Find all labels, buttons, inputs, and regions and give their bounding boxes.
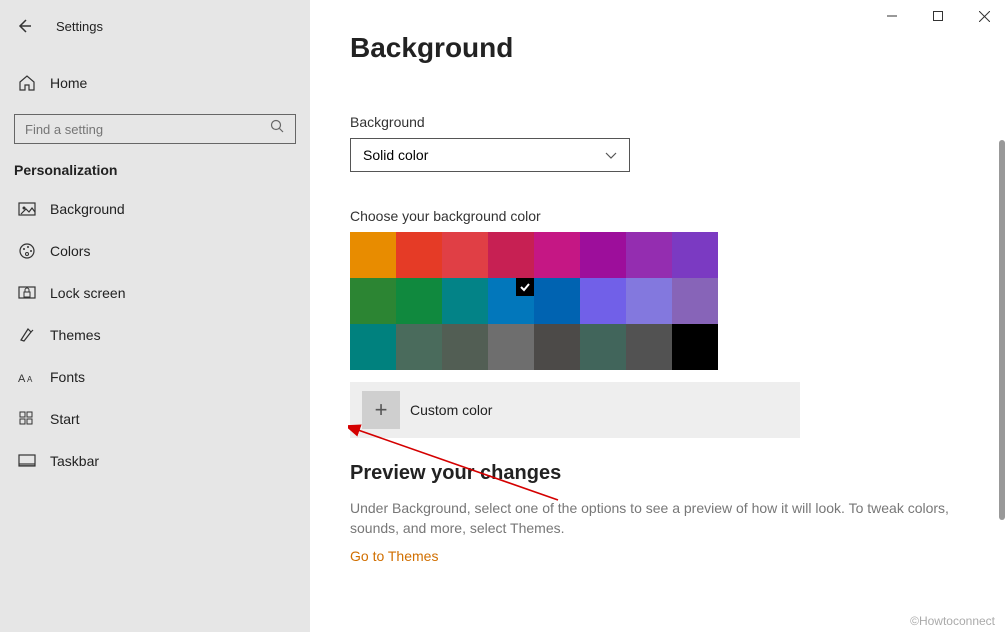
color-swatch[interactable] — [442, 232, 488, 278]
background-label: Background — [350, 114, 967, 130]
sidebar: Settings Home Personalization Background… — [0, 0, 310, 632]
color-swatch[interactable] — [488, 324, 534, 370]
sidebar-item-fonts[interactable]: AA Fonts — [0, 356, 310, 398]
search-icon — [270, 119, 285, 139]
taskbar-icon — [18, 452, 36, 470]
page-title: Background — [350, 32, 967, 64]
sidebar-item-themes[interactable]: Themes — [0, 314, 310, 356]
dropdown-value: Solid color — [363, 147, 428, 163]
home-label: Home — [50, 75, 87, 91]
watermark: ©Howtoconnect — [910, 614, 995, 628]
lockscreen-icon — [18, 284, 36, 302]
picture-icon — [18, 200, 36, 218]
go-to-themes-link[interactable]: Go to Themes — [350, 548, 438, 564]
color-swatch[interactable] — [350, 232, 396, 278]
chevron-down-icon — [605, 147, 617, 163]
home-nav[interactable]: Home — [0, 62, 310, 104]
main-content: Background Background Solid color Choose… — [310, 0, 1007, 632]
color-swatch[interactable] — [442, 278, 488, 324]
color-swatch[interactable] — [672, 232, 718, 278]
svg-text:A: A — [27, 375, 33, 384]
color-swatch[interactable] — [580, 324, 626, 370]
color-swatch[interactable] — [672, 324, 718, 370]
sidebar-item-taskbar[interactable]: Taskbar — [0, 440, 310, 482]
sidebar-item-label: Start — [50, 411, 80, 427]
color-swatch[interactable] — [626, 232, 672, 278]
color-swatch[interactable] — [396, 324, 442, 370]
themes-icon — [18, 326, 36, 344]
app-title: Settings — [56, 19, 103, 34]
choose-color-label: Choose your background color — [350, 208, 967, 224]
custom-color-label: Custom color — [410, 402, 492, 418]
check-icon — [519, 280, 531, 298]
sidebar-item-label: Background — [50, 201, 125, 217]
preview-heading: Preview your changes — [350, 462, 967, 485]
color-swatch[interactable] — [580, 232, 626, 278]
svg-text:A: A — [18, 373, 26, 384]
sidebar-item-label: Lock screen — [50, 285, 125, 301]
sidebar-item-label: Themes — [50, 327, 101, 343]
background-dropdown[interactable]: Solid color — [350, 138, 630, 172]
color-swatch[interactable] — [396, 232, 442, 278]
color-swatch[interactable] — [534, 324, 580, 370]
color-swatch[interactable] — [488, 278, 534, 324]
sidebar-item-label: Fonts — [50, 369, 85, 385]
color-swatch[interactable] — [396, 278, 442, 324]
sidebar-item-start[interactable]: Start — [0, 398, 310, 440]
scrollbar-thumb[interactable] — [999, 140, 1005, 520]
sidebar-item-background[interactable]: Background — [0, 188, 310, 230]
sidebar-item-lock-screen[interactable]: Lock screen — [0, 272, 310, 314]
color-swatch[interactable] — [672, 278, 718, 324]
scrollbar[interactable] — [993, 0, 1007, 632]
color-swatch[interactable] — [534, 278, 580, 324]
section-header: Personalization — [0, 144, 310, 188]
color-swatch[interactable] — [626, 278, 672, 324]
home-icon — [18, 74, 36, 92]
preview-description: Under Background, select one of the opti… — [350, 499, 950, 538]
palette-icon — [18, 242, 36, 260]
color-swatch[interactable] — [488, 232, 534, 278]
back-button[interactable] — [12, 14, 36, 38]
start-icon — [18, 410, 36, 428]
color-grid — [350, 232, 718, 370]
search-input[interactable] — [14, 114, 296, 144]
fonts-icon: AA — [18, 368, 36, 386]
sidebar-item-label: Colors — [50, 243, 90, 259]
custom-color-button[interactable]: + Custom color — [350, 382, 800, 438]
color-swatch[interactable] — [350, 324, 396, 370]
color-swatch[interactable] — [442, 324, 488, 370]
color-swatch[interactable] — [580, 278, 626, 324]
color-swatch[interactable] — [626, 324, 672, 370]
sidebar-item-label: Taskbar — [50, 453, 99, 469]
search-field[interactable] — [25, 122, 270, 137]
sidebar-item-colors[interactable]: Colors — [0, 230, 310, 272]
color-swatch[interactable] — [350, 278, 396, 324]
color-swatch[interactable] — [534, 232, 580, 278]
plus-icon: + — [362, 391, 400, 429]
